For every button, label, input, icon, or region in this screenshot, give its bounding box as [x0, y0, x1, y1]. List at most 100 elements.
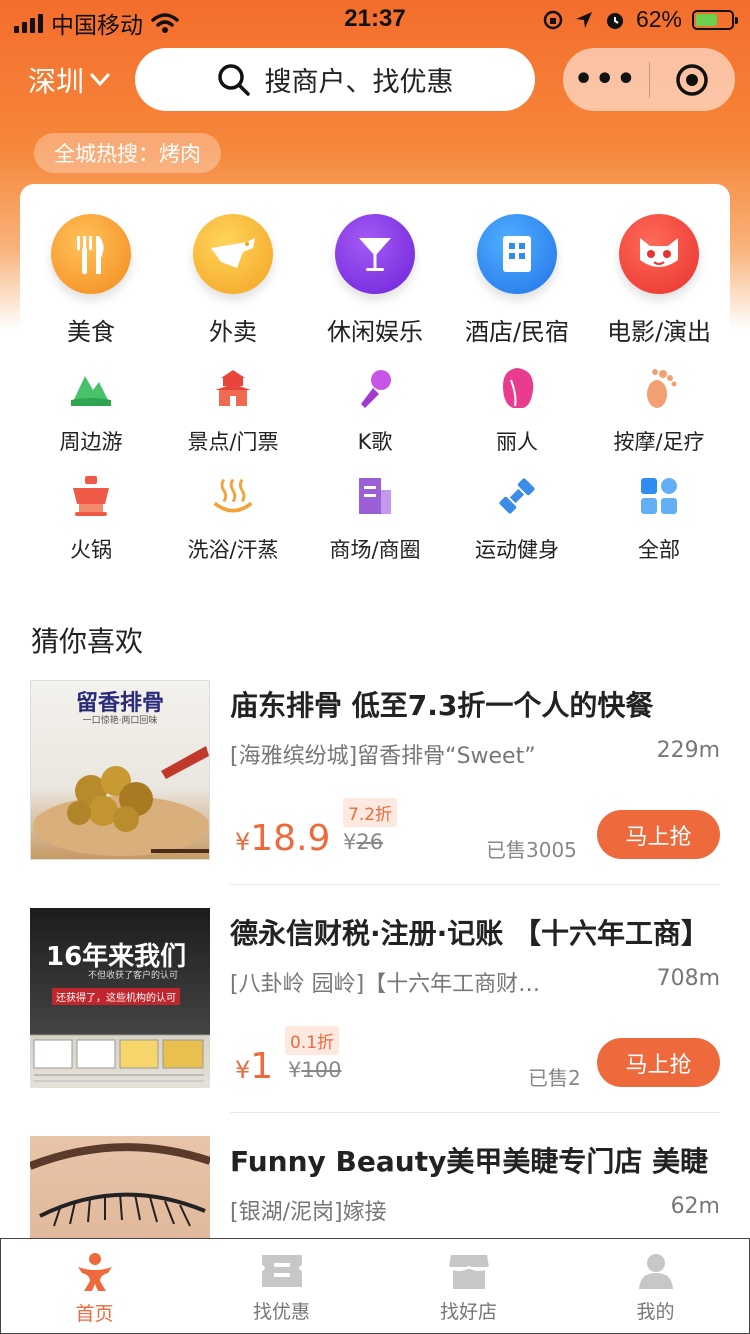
certificates-photo: [33, 1039, 204, 1082]
category-label: 外卖: [209, 318, 257, 346]
orientation-lock-icon: [543, 10, 563, 29]
grab-button[interactable]: 马上抢: [597, 810, 720, 859]
divider: [230, 1112, 720, 1113]
category-fitness[interactable]: 运动健身: [446, 474, 588, 564]
tab-shops[interactable]: 找好店: [375, 1239, 562, 1333]
thumb-subtitle: 不但收获了客户的认可: [88, 971, 179, 981]
bottom-tab-bar: 首页 找优惠 找好店 我的: [0, 1238, 750, 1334]
tab-profile[interactable]: 我的: [562, 1239, 749, 1333]
miniprogram-capsule: •••: [563, 48, 735, 111]
hotpot-icon: [69, 474, 113, 518]
category-label: 酒店/民宿: [464, 318, 570, 346]
thumb-subtitle: 一口惊艳·两口回味: [82, 716, 158, 726]
battery-icon: [692, 9, 738, 30]
category-attractions[interactable]: 景点/门票: [162, 366, 304, 456]
user-icon: [638, 1254, 673, 1289]
category-nearby-travel[interactable]: 周边游: [20, 366, 162, 456]
category-label: 火锅: [70, 538, 112, 562]
deal-thumbnail: 16年来我们 不但收获了客户的认可 还获得了，这些机构的认可: [30, 908, 210, 1088]
tab-home[interactable]: 首页: [1, 1239, 188, 1333]
microphone-icon: [353, 366, 397, 410]
city-label: 深圳: [28, 65, 85, 98]
search-input[interactable]: 搜商户、找优惠: [135, 48, 535, 111]
category-label: 运动健身: [475, 538, 559, 562]
tab-label: 找优惠: [252, 1301, 310, 1323]
food-photo: [33, 746, 209, 856]
deal-price: ¥1: [235, 1046, 274, 1087]
search-icon: [217, 63, 250, 96]
deal-thumbnail: 留香排骨 一口惊艳·两口回味: [30, 680, 210, 860]
category-beauty[interactable]: 丽人: [446, 366, 588, 456]
discount-badge: 0.1折: [285, 1026, 340, 1055]
category-card: 美食 外卖 休闲娱乐 酒店/民宿 电影/演出 周边游 景点/门票 K歌 丽人 按…: [20, 184, 730, 584]
top-bar: 深圳 搜商户、找优惠 •••: [0, 48, 750, 112]
hot-search-chip[interactable]: 全城热搜：烤肉: [34, 133, 221, 173]
mall-icon: [353, 474, 397, 518]
divider: [230, 884, 720, 885]
category-all[interactable]: 全部: [588, 474, 730, 564]
alarm-icon: [606, 12, 623, 29]
close-miniprogram-button[interactable]: [650, 63, 736, 97]
more-menu-button[interactable]: •••: [563, 62, 649, 97]
building-icon: [477, 214, 557, 294]
deal-distance: 62m: [670, 1194, 720, 1219]
category-mall[interactable]: 商场/商圈: [304, 474, 446, 564]
deal-subtitle: [八卦岭 园岭]【十六年工商财税】: [230, 972, 550, 997]
shop-icon: [447, 1255, 490, 1289]
deal-item[interactable]: 16年来我们 不但收获了客户的认可 还获得了，这些机构的认可 德永信财税·注册·…: [30, 908, 720, 1113]
category-label: 周边游: [59, 430, 123, 454]
eyelash-photo: [30, 1143, 210, 1227]
original-price: ¥26: [343, 830, 384, 854]
cutlery-icon: [51, 214, 131, 294]
category-label: 洗浴/汗蒸: [187, 538, 279, 562]
tab-label: 首页: [75, 1303, 114, 1325]
sold-count: 已售3005: [486, 838, 577, 862]
category-karaoke[interactable]: K歌: [304, 366, 446, 456]
cocktail-icon: [335, 214, 415, 294]
category-movie[interactable]: 电影/演出: [588, 214, 730, 347]
category-massage[interactable]: 按摩/足疗: [588, 366, 730, 456]
category-label: 景点/门票: [187, 430, 279, 454]
grab-button[interactable]: 马上抢: [597, 1038, 720, 1087]
category-bath[interactable]: 洗浴/汗蒸: [162, 474, 304, 564]
original-price: ¥100: [288, 1058, 342, 1082]
category-label: 电影/演出: [606, 318, 712, 346]
deal-price: ¥18.9: [235, 818, 331, 859]
kangaroo-icon: [193, 214, 273, 294]
chevron-down-icon: [90, 73, 110, 87]
temple-icon: [211, 366, 255, 410]
dumbbell-icon: [495, 474, 539, 518]
deal-item[interactable]: 留香排骨 一口惊艳·两口回味 庙东排骨 低至7.3折一个人的快餐 [海雅缤纷城]…: [30, 680, 720, 885]
deal-title: Funny Beauty美甲美睫专门店 美睫: [230, 1145, 709, 1178]
city-selector[interactable]: 深圳: [28, 60, 110, 100]
secondary-category-row-2: 火锅 洗浴/汗蒸 商场/商圈 运动健身 全部: [20, 474, 730, 564]
tab-deals[interactable]: 找优惠: [188, 1239, 375, 1333]
home-person-icon: [77, 1253, 112, 1291]
coupon-icon: [261, 1255, 302, 1287]
category-takeout[interactable]: 外卖: [162, 214, 304, 347]
deal-title: 德永信财税·注册·记账 【十六年工商】: [230, 917, 710, 950]
search-placeholder: 搜商户、找优惠: [264, 67, 454, 98]
category-label: K歌: [357, 430, 393, 454]
tab-label: 我的: [636, 1301, 675, 1323]
category-label: 丽人: [496, 430, 538, 454]
deal-distance: 708m: [656, 966, 720, 991]
sold-count: 已售2: [528, 1066, 581, 1090]
category-label: 美食: [67, 318, 115, 346]
deal-title: 庙东排骨 低至7.3折一个人的快餐: [230, 689, 654, 722]
deal-subtitle: [银湖/泥岗]嫁接: [230, 1200, 387, 1225]
deal-subtitle: [海雅缤纷城]留香排骨“Sweet”: [230, 744, 536, 769]
location-arrow-icon: [575, 11, 592, 28]
footprint-icon: [637, 366, 681, 410]
category-label: 按摩/足疗: [613, 430, 705, 454]
discount-badge: 7.2折: [343, 798, 398, 827]
category-hotpot[interactable]: 火锅: [20, 474, 162, 564]
section-title: 猜你喜欢: [31, 625, 144, 658]
category-hotel[interactable]: 酒店/民宿: [446, 214, 588, 347]
category-entertainment[interactable]: 休闲娱乐: [304, 214, 446, 347]
target-icon: [676, 63, 708, 96]
cat-icon: [619, 214, 699, 294]
category-food[interactable]: 美食: [20, 214, 162, 347]
status-bar: 中国移动 21:37 62%: [0, 0, 750, 40]
secondary-category-row-1: 周边游 景点/门票 K歌 丽人 按摩/足疗: [20, 366, 730, 456]
